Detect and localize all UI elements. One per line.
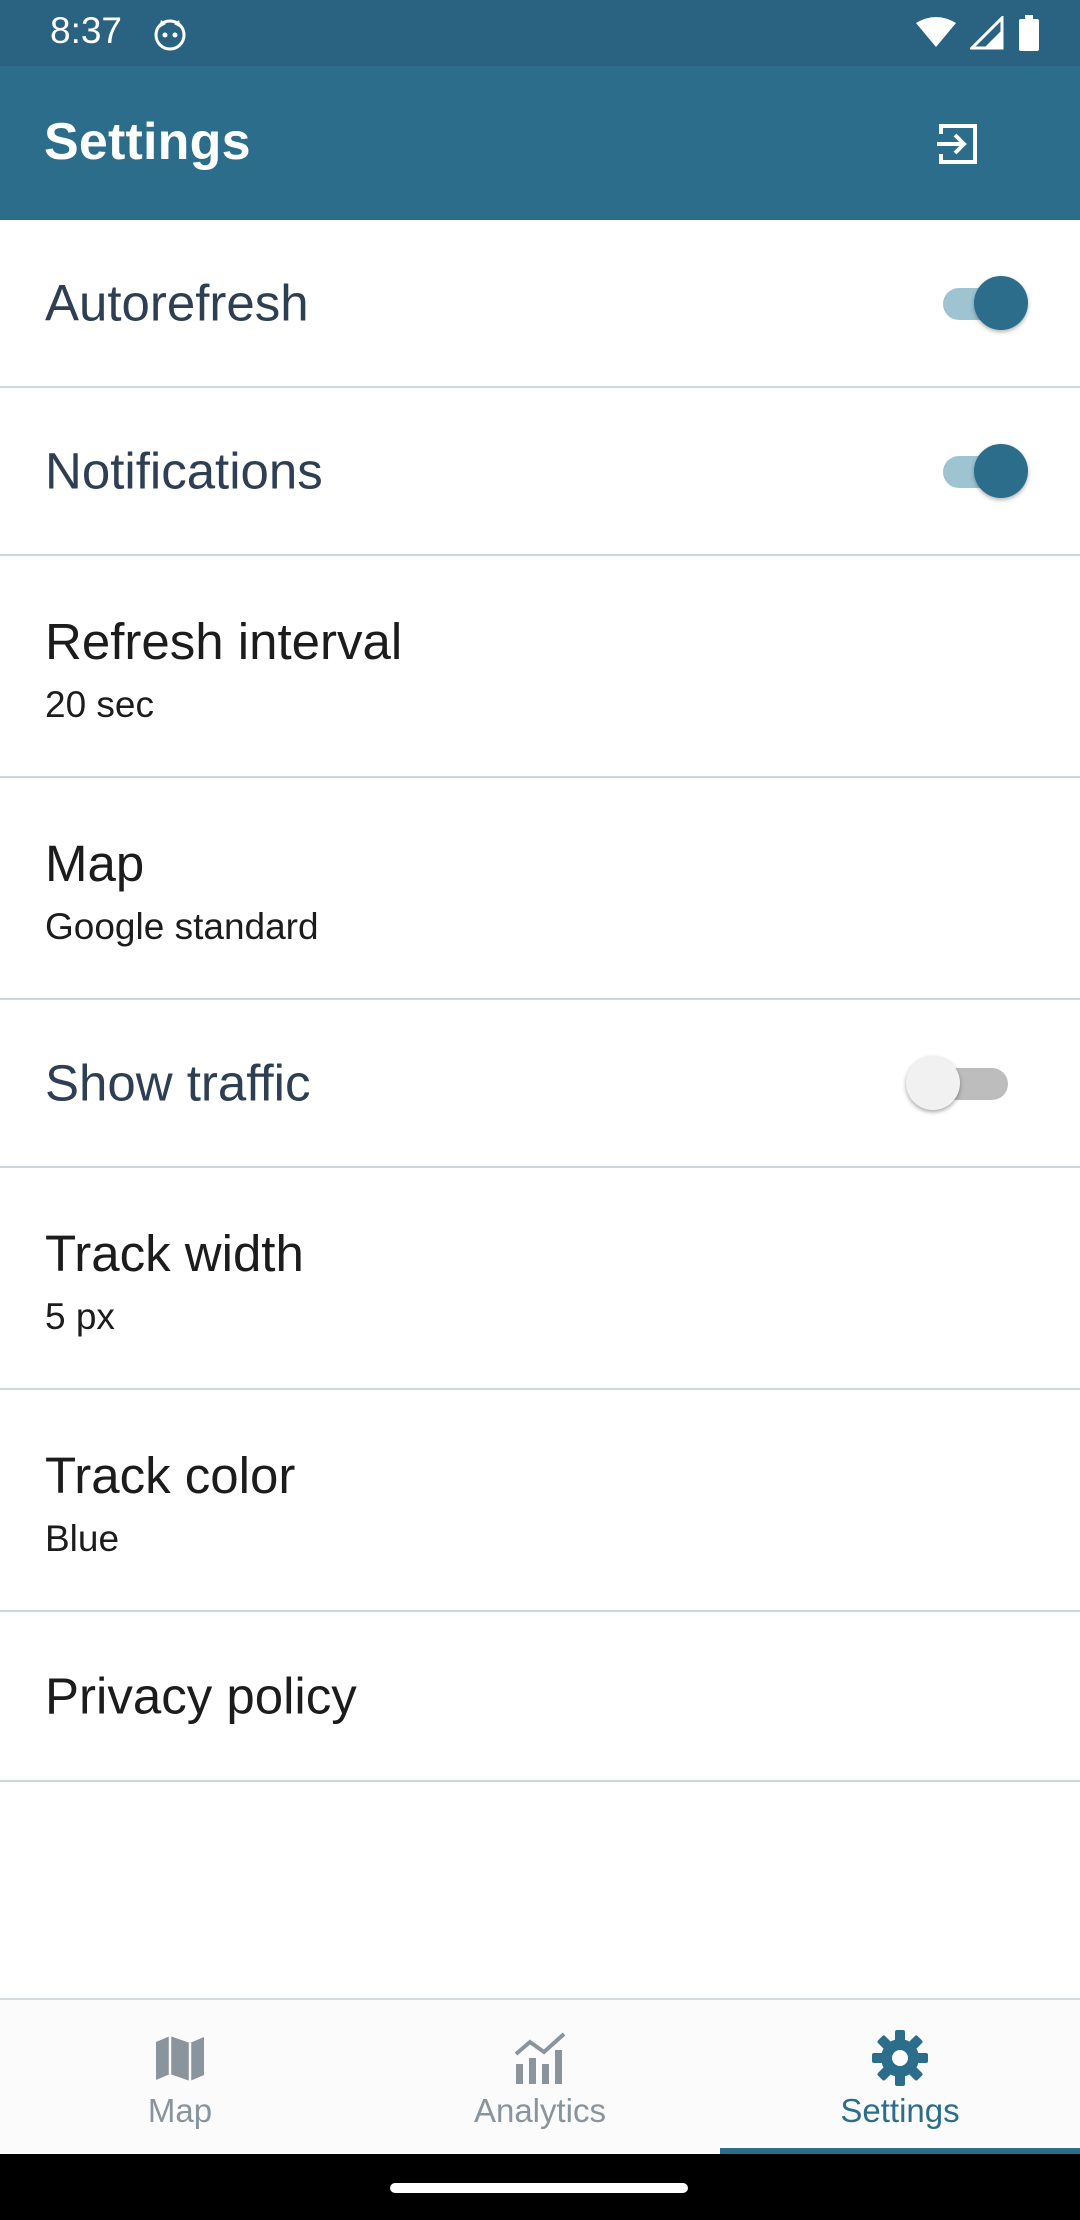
setting-label: Map <box>45 835 145 892</box>
nav-label: Settings <box>840 2092 960 2129</box>
setting-refresh-interval[interactable]: Refresh interval 20 sec <box>0 556 1080 778</box>
setting-label: Refresh interval <box>45 613 403 670</box>
nav-tab-map[interactable]: Map <box>0 2000 360 2154</box>
logout-button[interactable] <box>928 113 990 175</box>
battery-icon <box>1019 15 1039 51</box>
notification-cat-icon <box>154 19 186 51</box>
wifi-icon <box>916 17 956 47</box>
logout-icon <box>937 124 977 164</box>
gesture-navigation-bar <box>0 2154 1080 2220</box>
status-icons <box>916 13 1040 53</box>
setting-value: Blue <box>45 1518 120 1559</box>
setting-label: Track width <box>45 1225 304 1282</box>
settings-list: Autorefresh Notifications Refresh interv… <box>0 220 1080 1782</box>
bottom-navigation: Map Analytics Settings <box>0 1998 1080 2154</box>
setting-track-width[interactable]: Track width 5 px <box>0 1168 1080 1390</box>
setting-privacy-policy[interactable]: Privacy policy <box>0 1612 1080 1782</box>
setting-value: 5 px <box>45 1296 115 1337</box>
analytics-icon <box>514 2032 566 2084</box>
toggle-thumb <box>974 276 1028 330</box>
setting-label: Autorefresh <box>45 274 309 332</box>
setting-map[interactable]: Map Google standard <box>0 778 1080 1000</box>
setting-value: 20 sec <box>45 684 155 725</box>
nav-tab-settings[interactable]: Settings <box>720 2000 1080 2154</box>
setting-autorefresh[interactable]: Autorefresh <box>0 220 1080 388</box>
gear-icon <box>872 2030 928 2086</box>
setting-label: Notifications <box>45 442 323 500</box>
status-bar: 8:37 <box>0 0 1080 66</box>
nav-label: Analytics <box>473 2092 607 2129</box>
setting-label: Track color <box>45 1447 296 1504</box>
nav-tab-analytics[interactable]: Analytics <box>360 2000 720 2154</box>
status-time: 8:37 <box>50 10 123 51</box>
notifications-toggle[interactable] <box>928 441 1028 501</box>
app-bar: Settings <box>0 66 1080 220</box>
toggle-thumb <box>974 444 1028 498</box>
setting-value: Google standard <box>45 906 319 947</box>
setting-label: Privacy policy <box>45 1667 357 1725</box>
autorefresh-toggle[interactable] <box>928 273 1028 333</box>
nav-label: Map <box>147 2092 213 2129</box>
signal-icon <box>970 16 1004 50</box>
setting-show-traffic[interactable]: Show traffic <box>0 1000 1080 1168</box>
setting-notifications[interactable]: Notifications <box>0 388 1080 556</box>
page-title: Settings <box>44 113 251 171</box>
setting-track-color[interactable]: Track color Blue <box>0 1390 1080 1612</box>
setting-label: Show traffic <box>45 1054 311 1112</box>
toggle-thumb <box>906 1056 960 1110</box>
home-handle[interactable] <box>390 2183 688 2193</box>
map-icon <box>156 2036 204 2081</box>
show-traffic-toggle[interactable] <box>906 1053 1008 1113</box>
